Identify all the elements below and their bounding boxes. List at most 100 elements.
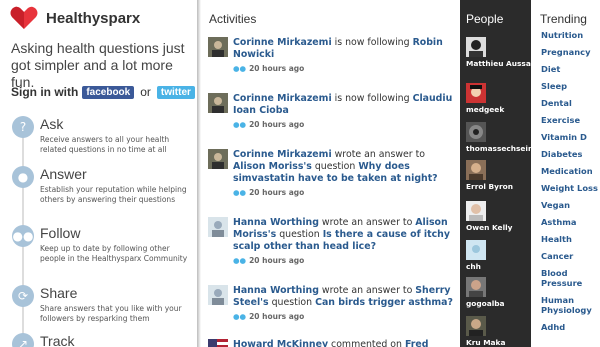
activity-verb: wrote an answer to [318, 217, 416, 228]
signin-row: Sign in with facebook or twitter [11, 85, 195, 99]
actor-link[interactable]: Corinne Mirkazemi [233, 93, 332, 104]
trending-topic[interactable]: Diet [541, 64, 600, 74]
activity-verb: wrote an answer to [318, 285, 416, 296]
activity-tail: question [268, 297, 316, 308]
group-icon: ●● [12, 225, 34, 247]
signin-label: Sign in with [11, 85, 79, 99]
step-description: Keep up to date by following other peopl… [40, 244, 188, 263]
heart-logo-icon [10, 6, 38, 29]
person-item[interactable]: Errol Byron [466, 160, 531, 192]
question-icon: ? [12, 116, 34, 138]
trending-topic[interactable]: Diabetes [541, 149, 600, 159]
brand-name: Healthysparx [46, 9, 141, 27]
user-avatar[interactable] [208, 285, 228, 305]
actor-link[interactable]: Hanna Worthing [233, 217, 319, 228]
trending-topic[interactable]: Nutrition [541, 30, 600, 40]
people-icon: ●● [233, 312, 247, 321]
person-name: Kru Maka [466, 338, 506, 347]
trending-topic[interactable]: Weight Loss [541, 183, 600, 193]
step-title: Answer [40, 166, 87, 182]
person-item[interactable]: Kru Maka [466, 316, 531, 347]
person-avatar [466, 122, 486, 142]
user-avatar[interactable] [208, 93, 228, 113]
actor-link[interactable]: Hanna Worthing [233, 285, 319, 296]
people-icon: ●● [233, 256, 247, 265]
activity-time: ●● 20 hours ago [233, 188, 305, 197]
question-link[interactable]: Can birds trigger asthma? [315, 297, 453, 308]
trending-topic[interactable]: Health [541, 234, 600, 244]
resparx-icon: ⟳ [12, 285, 34, 307]
actor-link[interactable]: Howard McKinney [233, 339, 328, 347]
person-avatar [466, 83, 486, 103]
or-label: or [140, 85, 151, 99]
activities-heading: Activities [209, 12, 257, 26]
trending-topic[interactable]: Medication [541, 166, 600, 176]
activity-time: ●● 20 hours ago [233, 256, 305, 265]
brand-logo[interactable]: Healthysparx [10, 6, 140, 30]
trending-topic[interactable]: Vegan [541, 200, 600, 210]
activity-verb: commented on [328, 339, 405, 347]
activity-time: ●● 20 hours ago [233, 64, 305, 73]
trending-topic[interactable]: Asthma [541, 217, 600, 227]
activity-tail: question [276, 229, 323, 240]
person-avatar [466, 201, 486, 221]
person-avatar [466, 277, 486, 297]
person-name: Errol Byron [466, 182, 513, 191]
person-name: thomassechseins [466, 144, 531, 153]
activity-time: ●● 20 hours ago [233, 312, 305, 321]
person-item[interactable]: Matthieu Aussaguel [466, 37, 531, 69]
user-avatar[interactable] [208, 37, 228, 57]
activities-panel: Activities Corinne Mirkazemi is now foll… [201, 0, 460, 347]
activity-verb: is now following [331, 93, 413, 104]
step-title: Track [40, 333, 75, 347]
person-item[interactable]: medgeek [466, 83, 531, 115]
trending-heading: Trending [540, 12, 587, 26]
person-name: gogoalba [466, 299, 505, 308]
user-avatar[interactable] [208, 217, 228, 237]
tagline: Asking health questions just got simpler… [11, 40, 185, 90]
trending-topic[interactable]: Adhd [541, 322, 600, 332]
activity-tail: question [311, 161, 359, 172]
track-icon: ↗ [12, 333, 34, 347]
trending-topic[interactable]: Human Physiology [541, 295, 600, 315]
person-item[interactable]: thomassechseins [466, 122, 531, 154]
trending-topic[interactable]: Cancer [541, 251, 600, 261]
trending-topic[interactable]: Vitamin D [541, 132, 600, 142]
step-description: Share answers that you like with your fo… [40, 304, 182, 323]
person-avatar [466, 240, 486, 260]
facebook-button[interactable]: facebook [82, 85, 135, 99]
trending-topic[interactable]: Sleep [541, 81, 600, 91]
person-name: medgeek [466, 105, 505, 114]
step-description: Establish your reputation while helping … [40, 185, 187, 204]
step-title: Ask [40, 116, 64, 132]
person-avatar [466, 160, 486, 180]
trending-topic[interactable]: Blood Pressure [541, 268, 600, 288]
trending-panel: Trending Nutrition Pregnancy Diet Sleep … [531, 0, 600, 347]
person-item[interactable]: gogoalba [466, 277, 531, 309]
people-icon: ●● [233, 64, 247, 73]
activity-verb: is now following [331, 37, 413, 48]
step-title: Follow [40, 225, 81, 241]
trending-topic[interactable]: Dental [541, 98, 600, 108]
person-name: chh [466, 262, 481, 271]
people-panel: People Matthieu Aussaguel medgeek thomas… [460, 0, 531, 347]
step-description: Receive answers to all your health relat… [40, 135, 170, 154]
people-heading: People [466, 12, 504, 26]
activity-verb: wrote an answer to [331, 149, 426, 160]
trending-list: Nutrition Pregnancy Diet Sleep Dental Ex… [541, 30, 600, 339]
person-item[interactable]: chh [466, 240, 531, 272]
user-avatar[interactable] [208, 149, 228, 169]
trending-topic[interactable]: Pregnancy [541, 47, 600, 57]
actor-link[interactable]: Corinne Mirkazemi [233, 37, 332, 48]
twitter-button[interactable]: twitter [156, 85, 195, 99]
person-name: Matthieu Aussaguel [466, 59, 531, 68]
person-icon: ● [12, 166, 34, 188]
person-avatar [466, 37, 486, 57]
person-item[interactable]: Owen Kelly [466, 201, 531, 233]
flag-avatar[interactable] [208, 339, 228, 347]
intro-panel: Healthysparx Asking health questions jus… [0, 0, 197, 347]
activity-time: ●● 20 hours ago [233, 120, 305, 129]
object-link[interactable]: Alison Moriss's [233, 161, 312, 172]
trending-topic[interactable]: Exercise [541, 115, 600, 125]
actor-link[interactable]: Corinne Mirkazemi [233, 149, 332, 160]
